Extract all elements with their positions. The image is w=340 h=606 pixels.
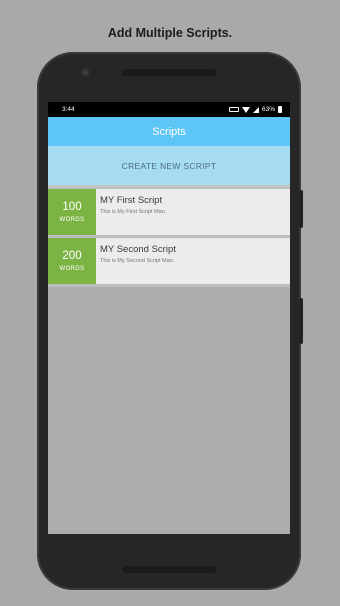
- script-title: MY Second Script: [100, 244, 176, 255]
- word-count-badge: 200 WORDS: [48, 238, 96, 284]
- script-description: This is My First Script Man.: [100, 209, 167, 215]
- create-new-script-label: CREATE NEW SCRIPT: [121, 160, 217, 171]
- power-button: [299, 190, 303, 228]
- script-info: MY First Script This is My First Script …: [96, 189, 166, 235]
- script-list-item[interactable]: 100 WORDS MY First Script This is My Fir…: [48, 189, 290, 238]
- phone-screen: 3:44 63% Scripts CREATE NEW SCRIPT 100 W…: [48, 102, 290, 534]
- word-unit: WORDS: [59, 266, 85, 272]
- battery-icon: [278, 106, 282, 113]
- word-count-badge: 100 WORDS: [48, 189, 96, 235]
- app-title: Scripts: [152, 125, 186, 138]
- create-new-script-button[interactable]: CREATE NEW SCRIPT: [48, 146, 290, 187]
- word-count: 100: [62, 201, 82, 213]
- bottom-speaker: [122, 566, 216, 573]
- script-list-item[interactable]: 200 WORDS MY Second Script This is My Se…: [48, 238, 290, 287]
- speaker-icon: [122, 69, 216, 76]
- wifi-icon: [241, 106, 250, 113]
- script-info: MY Second Script This is My Second Scrip…: [96, 238, 176, 284]
- app-toolbar: Scripts: [48, 117, 290, 146]
- promo-headline: Add Multiple Scripts.: [107, 26, 233, 40]
- battery-saver-icon: [228, 107, 239, 112]
- status-bar: 3:44 63%: [48, 102, 290, 117]
- battery-percent: 63%: [261, 106, 275, 113]
- word-unit: WORDS: [59, 217, 85, 223]
- word-count: 200: [62, 250, 82, 262]
- volume-button: [299, 298, 303, 344]
- signal-icon: [252, 106, 259, 113]
- script-description: This is My Second Script Man.: [100, 258, 175, 264]
- status-icons: 63%: [228, 106, 282, 113]
- status-time: 3:44: [62, 106, 75, 113]
- camera-icon: [81, 68, 90, 77]
- script-title: MY First Script: [100, 195, 163, 206]
